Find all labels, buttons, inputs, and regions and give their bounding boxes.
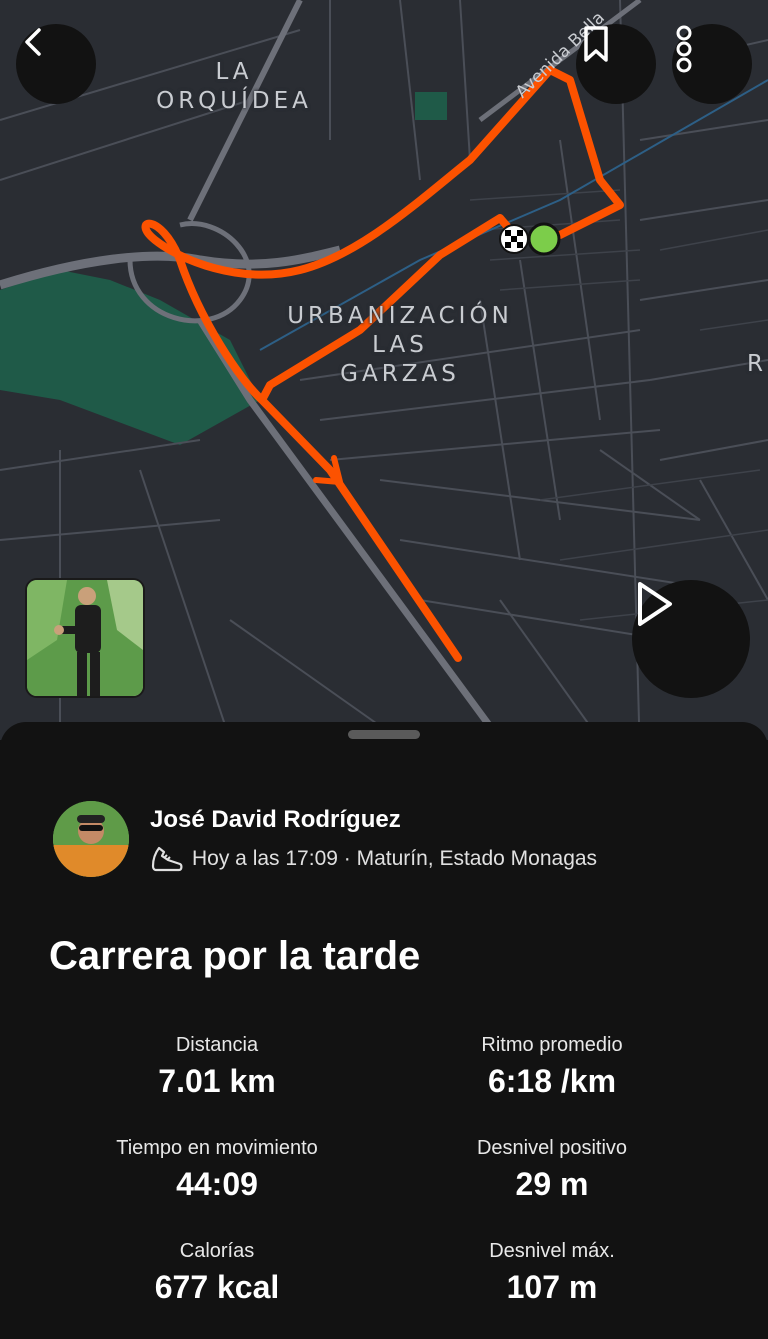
activity-details-sheet: José David Rodríguez Hoy a las 17:09 · M… [0,722,768,1339]
stat-distance: Distancia 7.01 km [52,1034,382,1100]
map-label-line: LAS [372,332,428,358]
stat-avg-pace: Ritmo promedio 6:18 /km [387,1034,717,1100]
stat-elevation-gain: Desnivel positivo 29 m [387,1137,717,1203]
map-label-las-garzas: URBANIZACIÓN LAS GARZAS [280,302,520,389]
map-label-line: URBANIZACIÓN [287,303,513,329]
stat-label: Desnivel positivo [476,1137,628,1159]
back-button[interactable] [16,24,96,104]
stat-label: Calorías [179,1240,255,1262]
more-vertical-icon [676,25,692,73]
start-marker-icon [527,222,561,256]
play-flyover-button[interactable] [632,580,750,698]
stat-label: Distancia [175,1034,259,1056]
stat-value: 7.01 km [158,1063,276,1099]
activity-photo-thumbnail[interactable] [25,578,145,698]
bookmark-icon [584,26,608,62]
athlete-avatar-photo [53,801,129,877]
map-label-edge: R [747,351,767,377]
athlete-name[interactable]: José David Rodríguez [150,806,401,834]
stat-value: 677 kcal [154,1269,280,1305]
stat-moving-time: Tiempo en movimiento 44:09 [52,1137,382,1203]
avatar[interactable] [53,801,129,877]
stat-value: 107 m [506,1269,598,1305]
activity-title: Carrera por la tarde [49,934,421,978]
more-options-button[interactable] [672,24,752,104]
route-map[interactable]: LA ORQUÍDEA URBANIZACIÓN LAS GARZAS R Av… [0,0,768,740]
stat-value: 6:18 /km [487,1063,617,1099]
stat-calories: Calorías 677 kcal [52,1240,382,1306]
activity-date-location: Hoy a las 17:09 · Maturín, Estado Monaga… [192,847,598,870]
runner-photo [27,580,143,696]
running-shoe-icon [151,846,183,872]
stat-label: Tiempo en movimiento [116,1137,318,1159]
play-icon [638,582,672,626]
activity-meta: Hoy a las 17:09 · Maturín, Estado Monaga… [150,844,597,874]
map-label-line: GARZAS [340,361,460,387]
park-area [415,92,447,120]
stat-label: Desnivel máx. [489,1240,615,1262]
chevron-left-icon [25,28,41,56]
stat-label: Ritmo promedio [481,1034,623,1056]
map-label-line: ORQUÍDEA [156,88,312,114]
map-label-la-orquidea: LA ORQUÍDEA [150,58,318,116]
finish-flag-icon [499,224,529,254]
sheet-drag-handle[interactable] [348,730,420,739]
bookmark-button[interactable] [576,24,656,104]
stat-value: 44:09 [176,1166,258,1202]
stat-value: 29 m [515,1166,589,1202]
stat-max-elevation: Desnivel máx. 107 m [387,1240,717,1306]
map-label-line: LA [215,59,253,85]
